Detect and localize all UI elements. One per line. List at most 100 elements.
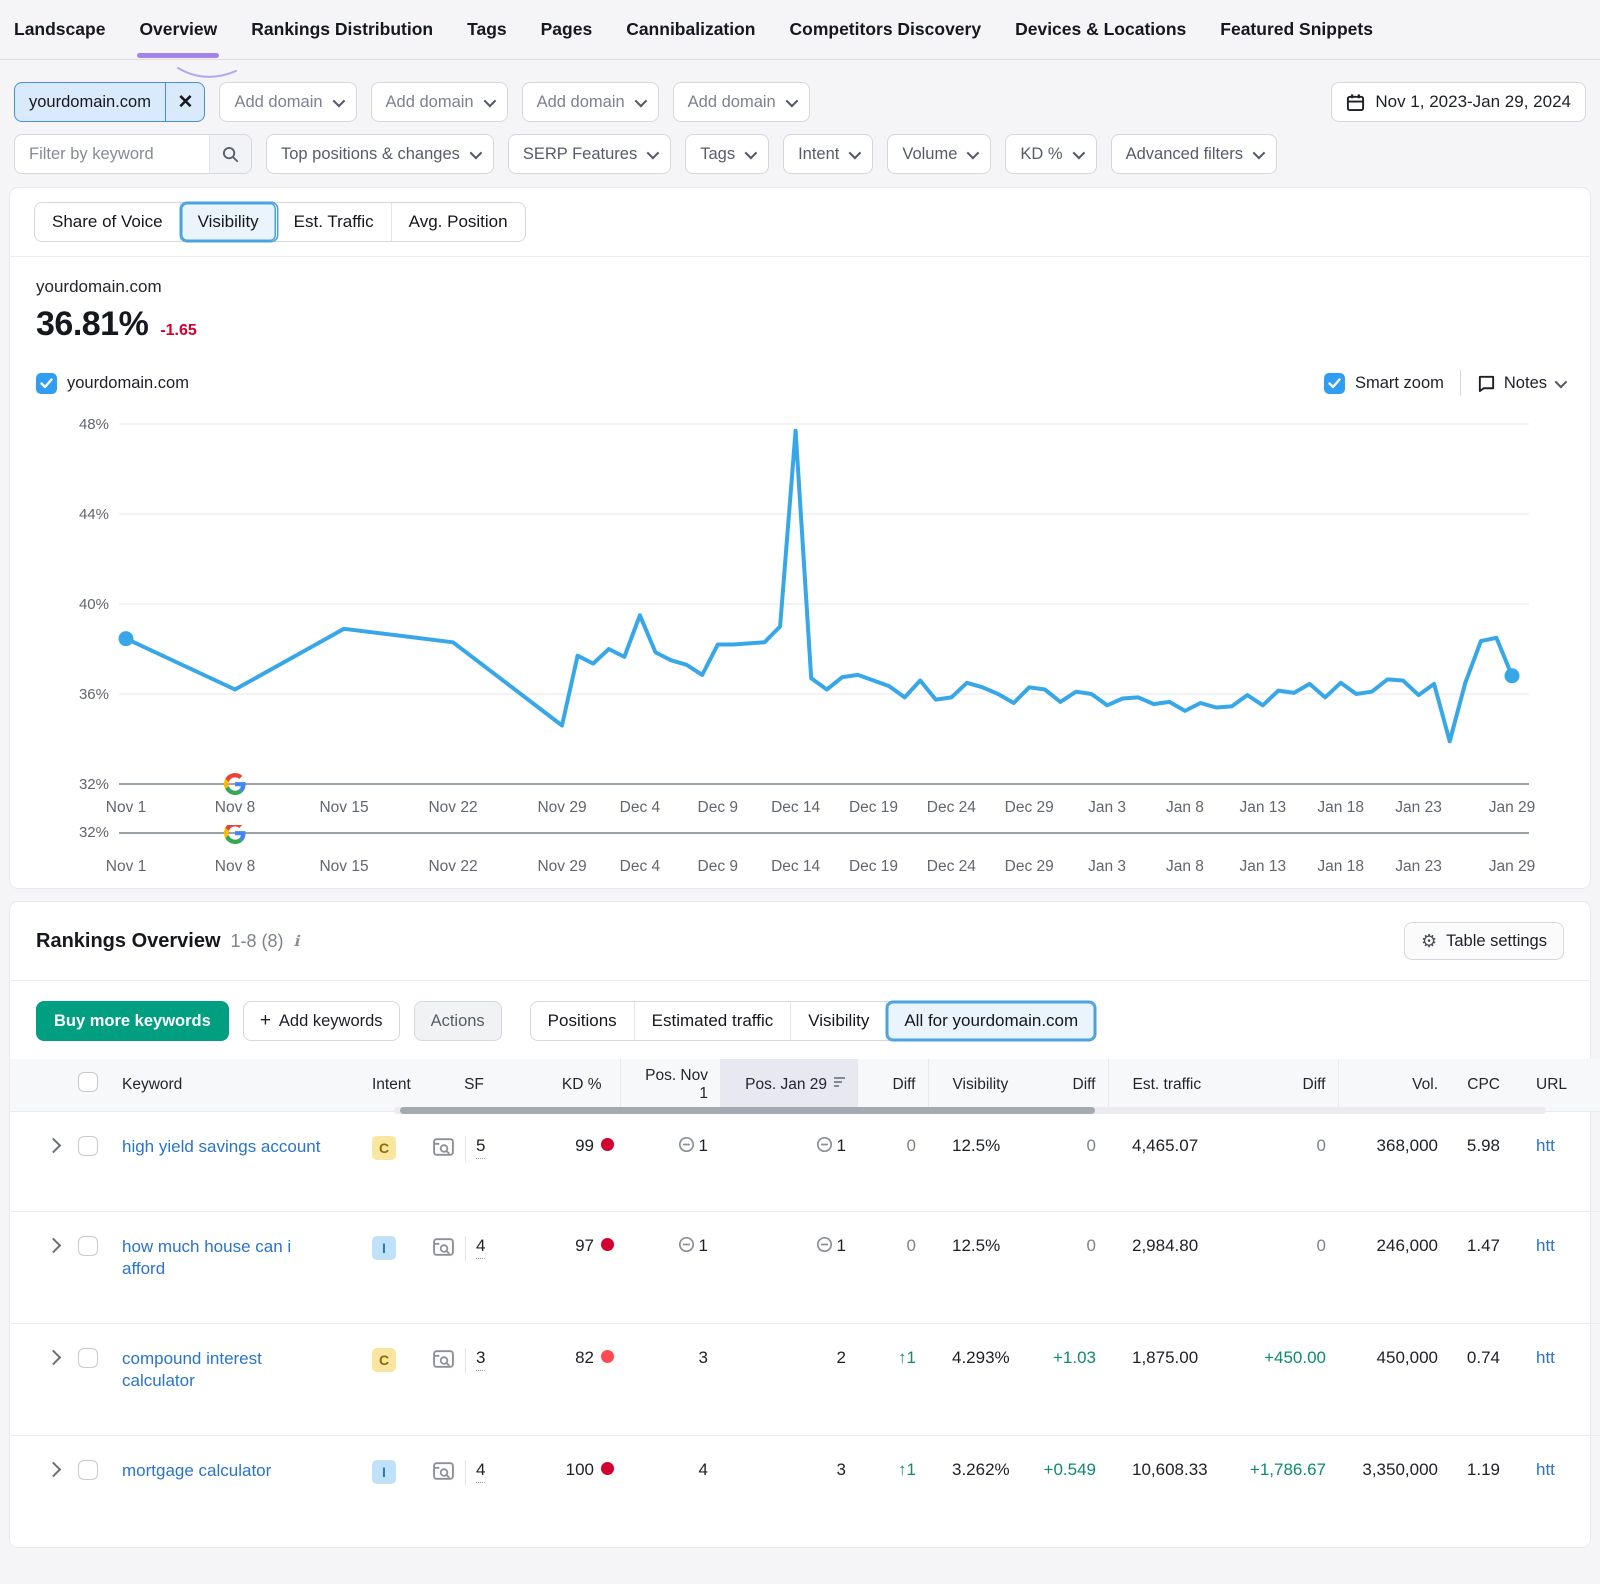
select-all-checkbox-cell[interactable]	[66, 1059, 106, 1111]
sf-count[interactable]: 5	[476, 1136, 485, 1159]
row-checkbox[interactable]	[78, 1236, 98, 1256]
keyword-link[interactable]: compound interest calculator	[122, 1348, 329, 1394]
col-intent[interactable]: Intent	[360, 1059, 420, 1111]
tab-featured-snippets[interactable]: Featured Snippets	[1220, 1, 1373, 58]
tab-cannibalization[interactable]: Cannibalization	[626, 1, 755, 58]
expand-chevron-icon[interactable]	[46, 1461, 62, 1477]
select-all-checkbox[interactable]	[78, 1072, 98, 1092]
notes-button[interactable]: Notes	[1477, 374, 1564, 393]
view-tab-positions[interactable]: Positions	[531, 1002, 635, 1040]
filter-label: SERP Features	[523, 145, 637, 164]
add-domain-button-3[interactable]: Add domain	[522, 82, 659, 122]
filter-volume[interactable]: Volume	[887, 134, 991, 174]
scrollbar-thumb[interactable]	[400, 1107, 1095, 1114]
keyword-link[interactable]: high yield savings account	[122, 1136, 320, 1159]
metric-tab-visibility[interactable]: Visibility	[181, 203, 277, 241]
metric-tab-est-traffic[interactable]: Est. Traffic	[277, 203, 392, 241]
col-diff-visibility[interactable]: Diff	[1020, 1059, 1108, 1111]
checkbox-cell[interactable]	[66, 1211, 106, 1323]
expand-chevron-icon[interactable]	[46, 1237, 62, 1253]
intent-badge-commercial[interactable]: C	[372, 1348, 396, 1372]
checkbox-cell[interactable]	[66, 1111, 106, 1211]
row-checkbox[interactable]	[78, 1136, 98, 1156]
chart-plot[interactable]: 48%44%40%36%32%Nov 1Nov 8Nov 15Nov 22Nov…	[14, 410, 1584, 820]
visibility-chart[interactable]: 48%44%40%36%32%Nov 1Nov 8Nov 15Nov 22Nov…	[10, 402, 1590, 888]
expand-cell[interactable]	[10, 1211, 66, 1323]
add-domain-button-1[interactable]: Add domain	[219, 82, 356, 122]
sf-count[interactable]: 4	[476, 1460, 485, 1483]
add-domain-button-2[interactable]: Add domain	[371, 82, 508, 122]
expand-chevron-icon[interactable]	[46, 1349, 62, 1365]
rankings-title: Rankings Overview	[36, 930, 221, 953]
smart-zoom-checkbox[interactable]	[1324, 373, 1345, 394]
expand-cell[interactable]	[10, 1323, 66, 1435]
metric-tab-avg-position[interactable]: Avg. Position	[392, 203, 525, 241]
row-checkbox[interactable]	[78, 1460, 98, 1480]
rankings-table: Keyword Intent SF KD % Pos. Nov 1 Pos. J…	[10, 1059, 1600, 1547]
expand-chevron-icon[interactable]	[46, 1137, 62, 1153]
col-diff-traffic[interactable]: Diff	[1228, 1059, 1338, 1111]
keyword-link[interactable]: mortgage calculator	[122, 1460, 271, 1483]
col-diff-pos[interactable]: Diff	[858, 1059, 928, 1111]
chart-axis-strip-2[interactable]: 32%Nov 1Nov 8Nov 15Nov 22Nov 29Dec 4Dec …	[14, 825, 1584, 879]
view-tab-estimated-traffic[interactable]: Estimated traffic	[635, 1002, 792, 1040]
keyword-link[interactable]: how much house can i afford	[122, 1236, 329, 1282]
tab-label: Cannibalization	[626, 19, 755, 39]
col-url[interactable]: URL	[1512, 1059, 1600, 1111]
col-pos-jan29[interactable]: Pos. Jan 29	[720, 1059, 858, 1111]
add-keywords-button[interactable]: + Add keywords	[243, 1001, 400, 1041]
buy-more-keywords-button[interactable]: Buy more keywords	[36, 1001, 229, 1041]
col-pos-nov1[interactable]: Pos. Nov 1	[620, 1059, 720, 1111]
remove-domain-icon[interactable]: ✕	[166, 91, 204, 114]
filter-advanced[interactable]: Advanced filters	[1111, 134, 1277, 174]
legend-checkbox[interactable]	[36, 373, 57, 394]
url-link[interactable]: htt	[1536, 1136, 1555, 1155]
tab-pages[interactable]: Pages	[541, 1, 593, 58]
keyword-filter-input[interactable]: Filter by keyword	[14, 134, 252, 174]
tab-landscape[interactable]: Landscape	[14, 1, 105, 58]
url-link[interactable]: htt	[1536, 1460, 1555, 1479]
intent-badge-informational[interactable]: I	[372, 1460, 396, 1484]
pos-diff: 0	[858, 1211, 928, 1323]
filter-top-positions[interactable]: Top positions & changes	[266, 134, 494, 174]
horizontal-scrollbar[interactable]	[394, 1107, 1546, 1114]
filter-tags[interactable]: Tags	[685, 134, 769, 174]
actions-button[interactable]: Actions	[414, 1001, 502, 1041]
row-checkbox[interactable]	[78, 1348, 98, 1368]
search-button[interactable]	[209, 135, 251, 173]
intent-badge-commercial[interactable]: C	[372, 1136, 396, 1160]
tab-competitors-discovery[interactable]: Competitors Discovery	[790, 1, 982, 58]
tab-rankings-distribution[interactable]: Rankings Distribution	[251, 1, 433, 58]
col-est-traffic[interactable]: Est. traffic	[1108, 1059, 1228, 1111]
checkbox-cell[interactable]	[66, 1435, 106, 1547]
url-link[interactable]: htt	[1536, 1348, 1555, 1367]
sf-count[interactable]: 3	[476, 1348, 485, 1371]
col-visibility[interactable]: Visibility	[928, 1059, 1020, 1111]
col-cpc[interactable]: CPC	[1450, 1059, 1512, 1111]
filter-serp-features[interactable]: SERP Features	[508, 134, 671, 174]
col-kd[interactable]: KD %	[528, 1059, 620, 1111]
filter-intent[interactable]: Intent	[783, 134, 873, 174]
intent-badge-informational[interactable]: I	[372, 1236, 396, 1260]
filter-kd[interactable]: KD %	[1005, 134, 1096, 174]
metric-tab-share-of-voice[interactable]: Share of Voice	[35, 203, 181, 241]
tracked-domain-chip[interactable]: yourdomain.com ✕	[14, 82, 205, 122]
tab-overview[interactable]: Overview	[139, 1, 217, 58]
checkbox-cell[interactable]	[66, 1323, 106, 1435]
table-settings-button[interactable]: ⚙ Table settings	[1404, 922, 1564, 960]
tab-tags[interactable]: Tags	[467, 1, 507, 58]
url-link[interactable]: htt	[1536, 1236, 1555, 1255]
view-tab-visibility[interactable]: Visibility	[791, 1002, 887, 1040]
view-tab-all-for-domain[interactable]: All for yourdomain.com	[887, 1002, 1095, 1040]
col-sf[interactable]: SF	[420, 1059, 528, 1111]
info-icon[interactable]: ℹ	[294, 932, 300, 950]
rankings-overview-card: Rankings Overview 1-8 (8) ℹ ⚙ Table sett…	[10, 902, 1590, 1547]
col-keyword[interactable]: Keyword	[106, 1059, 360, 1111]
expand-cell[interactable]	[10, 1435, 66, 1547]
sf-count[interactable]: 4	[476, 1236, 485, 1259]
date-range-picker[interactable]: Nov 1, 2023-Jan 29, 2024	[1331, 82, 1586, 122]
col-volume[interactable]: Vol.	[1338, 1059, 1450, 1111]
tab-devices-locations[interactable]: Devices & Locations	[1015, 1, 1186, 58]
add-domain-button-4[interactable]: Add domain	[673, 82, 810, 122]
expand-cell[interactable]	[10, 1111, 66, 1211]
